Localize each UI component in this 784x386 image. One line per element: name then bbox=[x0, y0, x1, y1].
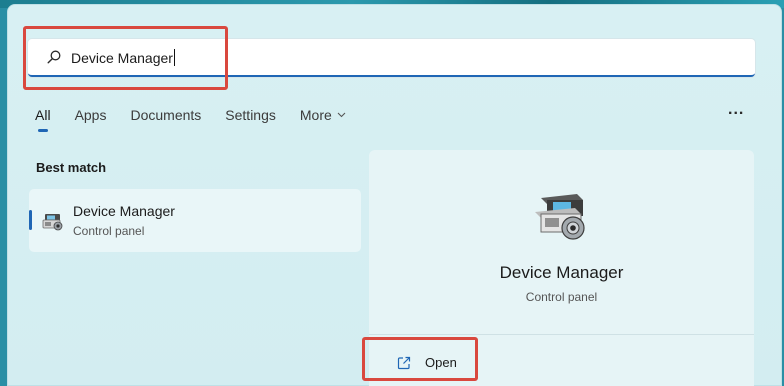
tab-settings[interactable]: Settings bbox=[225, 107, 276, 123]
result-subtitle: Control panel bbox=[73, 224, 145, 238]
preview-title: Device Manager bbox=[499, 263, 624, 282]
tab-more-label: More bbox=[299, 107, 332, 123]
open-external-icon bbox=[397, 356, 411, 369]
search-box[interactable]: Device Manager bbox=[28, 39, 755, 77]
search-filter-tabs: All Apps Documents Settings More bbox=[35, 103, 370, 132]
selection-indicator bbox=[29, 210, 32, 230]
best-match-heading: Best match bbox=[36, 160, 107, 175]
preview-pane: Device Manager Control panel Open bbox=[369, 150, 754, 386]
text-caret bbox=[173, 49, 175, 66]
tab-documents[interactable]: Documents bbox=[130, 107, 201, 123]
search-input[interactable]: Device Manager bbox=[71, 49, 175, 66]
device-manager-icon bbox=[42, 214, 63, 231]
more-options-button[interactable]: ... bbox=[728, 101, 744, 119]
device-manager-icon bbox=[535, 194, 585, 240]
best-match-result[interactable]: Device Manager Control panel bbox=[29, 189, 361, 252]
result-title: Device Manager bbox=[73, 203, 175, 219]
search-icon bbox=[47, 50, 61, 64]
tab-more[interactable]: More bbox=[300, 107, 346, 123]
tab-apps[interactable]: Apps bbox=[75, 107, 107, 123]
tab-all[interactable]: All bbox=[35, 107, 51, 132]
chevron-down-icon bbox=[337, 112, 346, 118]
divider bbox=[369, 334, 754, 335]
preview-subtitle: Control panel bbox=[525, 290, 598, 304]
open-button[interactable]: Open bbox=[397, 355, 457, 370]
open-label: Open bbox=[425, 355, 457, 370]
